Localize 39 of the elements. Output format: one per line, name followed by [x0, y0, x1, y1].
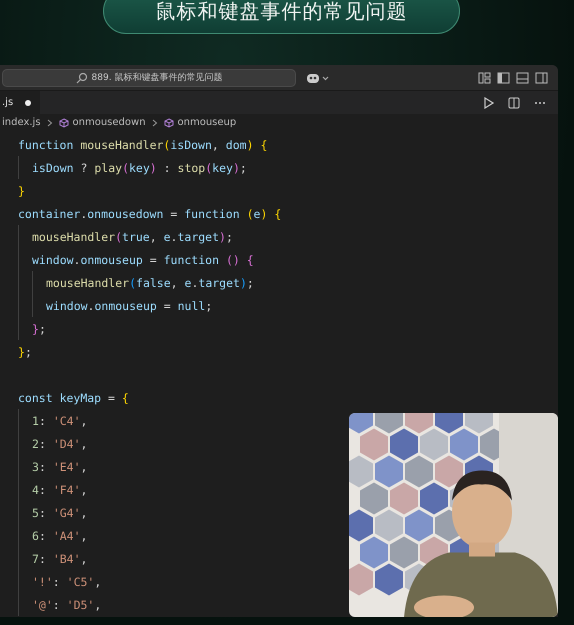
code-line: const keyMap = {	[18, 390, 129, 404]
code-line: window.onmouseup = function () {	[32, 252, 254, 266]
code-line: 1: 'C4',	[32, 414, 88, 428]
code-line: }	[18, 184, 25, 198]
panel-toggle-icon[interactable]	[516, 72, 529, 84]
file-tab[interactable]: .js	[0, 91, 40, 114]
chevron-icon	[46, 118, 53, 126]
more-icon[interactable]	[534, 100, 546, 104]
layout-icon[interactable]	[478, 72, 491, 84]
breadcrumb-item[interactable]: onmousedown	[72, 117, 146, 128]
code-line: '@': 'D5',	[32, 598, 102, 612]
code-line: };	[32, 322, 46, 336]
cube-icon	[164, 118, 174, 128]
cube-icon	[58, 118, 69, 128]
code-line: isDown ? play(key) : stop(key);	[32, 160, 247, 174]
breadcrumb-item[interactable]: onmouseup	[178, 117, 236, 128]
code-line: function mouseHandler(isDown, dom) {	[18, 138, 268, 152]
copilot-icon[interactable]	[306, 72, 330, 84]
code-line: 3: 'E4',	[32, 460, 88, 474]
code-line: 4: 'F4',	[32, 482, 88, 496]
split-editor-icon[interactable]	[508, 96, 520, 108]
breadcrumb-item[interactable]: index.js	[2, 117, 41, 128]
code-line: container.onmousedown = function (e) {	[18, 206, 282, 220]
code-line: };	[18, 344, 32, 358]
secondary-sidebar-icon[interactable]	[535, 72, 548, 84]
code-line: 7: 'B4',	[32, 552, 88, 566]
code-line: 2: 'D4',	[32, 436, 88, 450]
video-title: 鼠标和键盘事件的常见问题	[156, 0, 408, 25]
code-line: mouseHandler(true, e.target);	[32, 230, 233, 244]
code-line: mouseHandler(false, e.target);	[46, 276, 254, 290]
code-line: window.onmouseup = null;	[46, 298, 212, 312]
search-icon	[76, 72, 88, 84]
chevron-icon	[152, 118, 158, 126]
run-icon[interactable]	[483, 96, 494, 108]
code-line: 6: 'A4',	[32, 528, 88, 542]
sidebar-toggle-icon[interactable]	[497, 72, 510, 84]
search-field[interactable]: 889. 鼠标和键盘事件的常见问题	[2, 68, 296, 86]
code-line: 5: 'G4',	[32, 506, 88, 520]
code-line: '!': 'C5',	[32, 574, 102, 588]
